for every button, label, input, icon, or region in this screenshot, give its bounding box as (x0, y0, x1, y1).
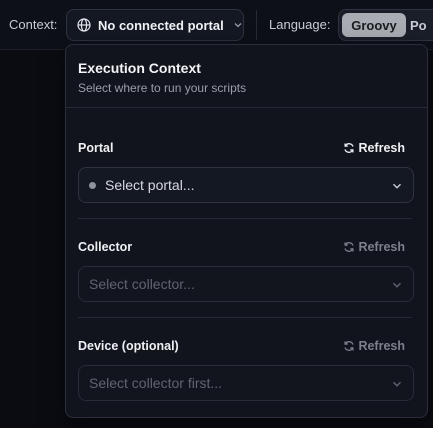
language-toggle: Groovy Po (338, 9, 433, 41)
chevron-down-icon (391, 378, 403, 390)
refresh-label: Refresh (358, 141, 405, 155)
chevron-down-icon (233, 20, 243, 30)
panel-divider (66, 107, 427, 108)
panel-title: Execution Context (78, 60, 201, 76)
execution-context-panel: Execution Context Select where to run yo… (65, 44, 428, 418)
device-select-placeholder: Select collector first... (89, 375, 223, 391)
panel-subtitle: Select where to run your scripts (78, 81, 247, 95)
portal-label: Portal (78, 141, 114, 155)
chevron-down-icon (391, 279, 403, 291)
portal-refresh-button[interactable]: Refresh (343, 141, 405, 155)
collector-label: Collector (78, 240, 133, 254)
refresh-icon (344, 341, 355, 351)
section-divider (78, 317, 412, 318)
device-select[interactable]: Select collector first... (78, 365, 414, 401)
portal-button-label: No connected portal (98, 17, 224, 33)
toolbar-divider (256, 10, 257, 40)
refresh-icon (344, 242, 355, 252)
chevron-down-icon (391, 180, 403, 192)
device-label: Device (optional) (78, 339, 179, 353)
refresh-label: Refresh (358, 339, 405, 353)
collector-select[interactable]: Select collector... (78, 266, 414, 302)
status-dot (89, 181, 96, 189)
portal-select[interactable]: Select portal... (78, 167, 414, 203)
language-label: Language: (269, 17, 331, 32)
refresh-label: Refresh (358, 240, 405, 254)
refresh-icon (344, 143, 355, 153)
language-option-powershell[interactable]: Po (410, 13, 427, 37)
device-refresh-button[interactable]: Refresh (343, 339, 405, 353)
globe-icon (77, 18, 91, 32)
section-divider (78, 218, 412, 219)
collector-select-placeholder: Select collector... (89, 276, 195, 292)
context-label: Context: (9, 17, 58, 32)
top-toolbar: Context: No connected portal Language: G… (0, 0, 433, 50)
collector-refresh-button[interactable]: Refresh (343, 240, 405, 254)
language-option-groovy[interactable]: Groovy (342, 13, 406, 37)
portal-context-button[interactable]: No connected portal (66, 9, 244, 41)
portal-select-placeholder: Select portal... (105, 177, 195, 193)
